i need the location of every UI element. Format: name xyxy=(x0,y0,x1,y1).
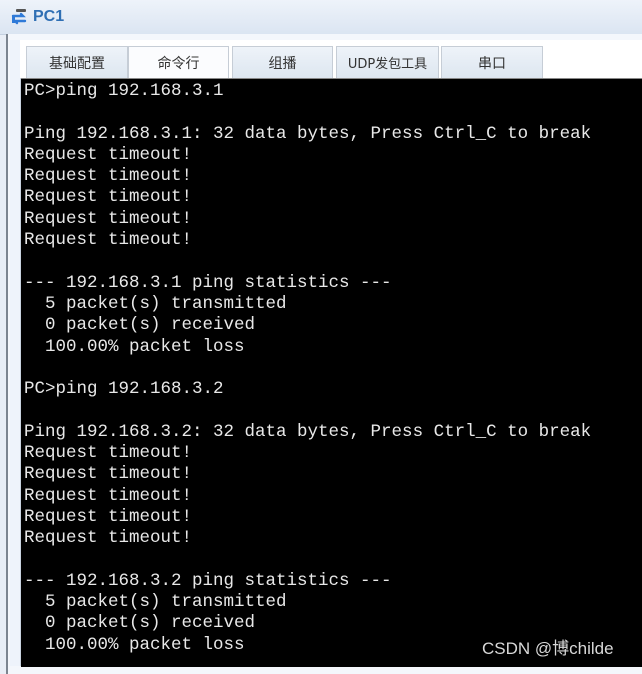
terminal-line: Request timeout! xyxy=(24,166,193,187)
tab-label: 串口 xyxy=(478,55,506,72)
terminal-line: Request timeout! xyxy=(24,528,193,549)
command-line-terminal[interactable]: PC>ping 192.168.3.1 Ping 192.168.3.1: 32 … xyxy=(21,78,642,667)
terminal-line: 5 packet(s) transmitted xyxy=(24,293,287,314)
terminal-line: Ping 192.168.3.2: 32 data bytes, Press C… xyxy=(24,421,592,442)
terminal-line: PC>ping 192.168.3.2 xyxy=(24,379,224,400)
terminal-output: PC>ping 192.168.3.1 Ping 192.168.3.1: 32 … xyxy=(21,79,642,656)
tab-label: 命令行 xyxy=(157,55,200,72)
network-device-icon xyxy=(10,8,28,26)
watermark: CSDN @博childe xyxy=(482,639,614,658)
terminal-line: 100.00% packet loss xyxy=(24,336,245,357)
terminal-line: Request timeout! xyxy=(24,506,193,527)
tab-basic-config[interactable]: 基础配置 xyxy=(26,46,128,78)
terminal-line: Request timeout! xyxy=(24,208,193,229)
frame-border xyxy=(10,40,21,666)
tab-multicast[interactable]: 组播 xyxy=(232,46,333,78)
tab-udp-tool[interactable]: UDP发包工具 xyxy=(336,46,439,78)
terminal-line: Request timeout! xyxy=(24,443,193,464)
tab-label: 基础配置 xyxy=(49,55,105,72)
tab-label: UDP发包工具 xyxy=(347,57,428,72)
terminal-line: 0 packet(s) received xyxy=(24,315,256,336)
terminal-line: PC>ping 192.168.3.1 xyxy=(24,81,224,101)
terminal-line: 0 packet(s) received xyxy=(24,613,256,634)
tab-command-line[interactable]: 命令行 xyxy=(128,46,229,78)
terminal-line: Request timeout! xyxy=(24,230,193,251)
terminal-line: Request timeout! xyxy=(24,187,193,208)
terminal-line: Request timeout! xyxy=(24,144,193,165)
terminal-line: Request timeout! xyxy=(24,485,193,506)
terminal-line: 5 packet(s) transmitted xyxy=(24,592,287,613)
terminal-line: Ping 192.168.3.1: 32 data bytes, Press C… xyxy=(24,123,592,144)
window-titlebar: PC1 xyxy=(0,0,642,35)
terminal-line: --- 192.168.3.1 ping statistics --- xyxy=(24,272,392,293)
terminal-line: --- 192.168.3.2 ping statistics --- xyxy=(24,570,392,591)
terminal-line: Request timeout! xyxy=(24,464,193,485)
tab-serial-port[interactable]: 串口 xyxy=(441,46,543,78)
window-title: PC1 xyxy=(33,8,65,25)
tab-label: 组播 xyxy=(268,55,297,72)
